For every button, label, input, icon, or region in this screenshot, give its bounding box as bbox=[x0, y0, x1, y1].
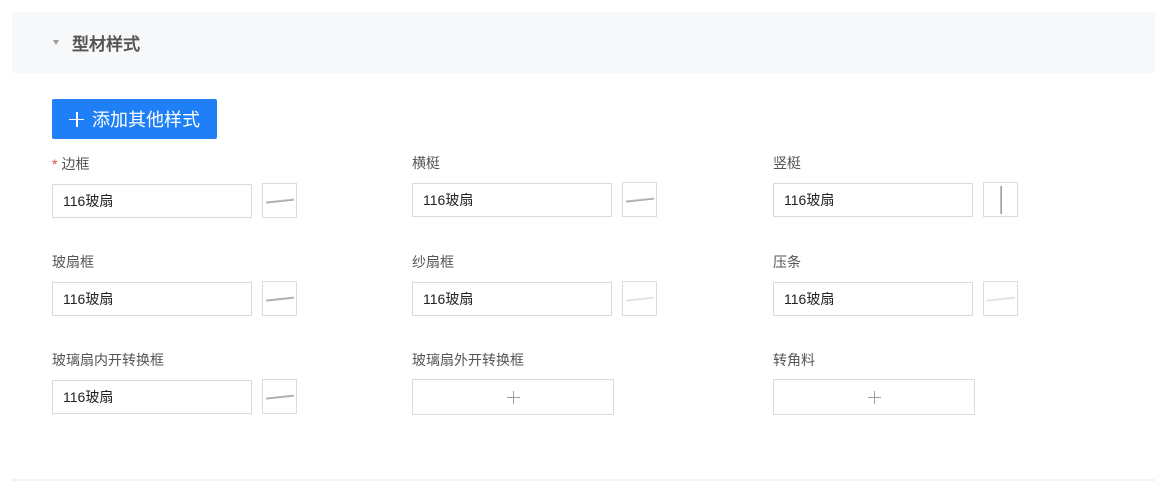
profile-thumbnail[interactable] bbox=[262, 379, 297, 414]
add-corner-profile-button[interactable] bbox=[773, 379, 975, 415]
field-row bbox=[412, 182, 657, 217]
profile-bar-icon bbox=[625, 296, 655, 302]
profile-thumbnail[interactable] bbox=[262, 281, 297, 316]
glazing-bead-input[interactable] bbox=[773, 281, 973, 316]
field-label: 竖梃 bbox=[773, 155, 801, 171]
frame-input[interactable] bbox=[52, 183, 252, 218]
profile-thumbnail[interactable] bbox=[622, 281, 657, 316]
field-glazing-bead: 压条 bbox=[773, 252, 1018, 316]
field-label: * 边框 bbox=[52, 154, 297, 174]
field-label: 横梃 bbox=[412, 155, 440, 171]
page: 型材样式 添加其他样式 *边框 横梃 竖梃 玻扇框 纱 bbox=[0, 0, 1155, 483]
field-row bbox=[52, 379, 297, 414]
profile-thumbnail[interactable] bbox=[983, 182, 1018, 217]
field-label: 玻璃扇外开转换框 bbox=[412, 352, 524, 368]
field-mullion: 竖梃 bbox=[773, 153, 1018, 217]
transom-input[interactable] bbox=[412, 182, 612, 217]
field-glass-sash-frame: 玻扇框 bbox=[52, 252, 297, 316]
section-header[interactable]: 型材样式 bbox=[12, 12, 1155, 73]
caret-down-icon[interactable] bbox=[53, 40, 59, 45]
field-row bbox=[773, 281, 1018, 316]
field-label: 玻璃扇内开转换框 bbox=[52, 352, 164, 368]
section-title: 型材样式 bbox=[72, 35, 140, 54]
field-transom: 横梃 bbox=[412, 153, 657, 217]
field-label: 纱扇框 bbox=[412, 254, 454, 270]
plus-icon bbox=[867, 390, 881, 404]
plus-icon bbox=[69, 111, 84, 127]
profile-bar-icon bbox=[625, 197, 655, 203]
screen-sash-frame-input[interactable] bbox=[412, 281, 612, 316]
profile-bar-icon bbox=[265, 394, 295, 400]
field-corner-profile: 转角料 bbox=[773, 350, 975, 415]
field-screen-sash-frame: 纱扇框 bbox=[412, 252, 657, 316]
field-label: 转角料 bbox=[773, 352, 815, 368]
field-label-text: 边框 bbox=[61, 156, 90, 172]
profile-bar-icon bbox=[265, 296, 295, 302]
inward-adapter-frame-input[interactable] bbox=[52, 379, 252, 414]
divider bbox=[12, 479, 1155, 481]
field-row bbox=[773, 379, 975, 415]
add-other-style-button[interactable]: 添加其他样式 bbox=[52, 99, 217, 139]
required-mark: * bbox=[52, 156, 58, 172]
field-outward-adapter-frame: 玻璃扇外开转换框 bbox=[412, 350, 614, 415]
field-label: 压条 bbox=[773, 254, 801, 270]
field-inward-adapter-frame: 玻璃扇内开转换框 bbox=[52, 350, 297, 414]
field-row bbox=[412, 281, 657, 316]
profile-vertical-bar-icon bbox=[1000, 186, 1002, 214]
profile-thumbnail[interactable] bbox=[983, 281, 1018, 316]
field-label: 玻扇框 bbox=[52, 254, 94, 270]
profile-thumbnail[interactable] bbox=[622, 182, 657, 217]
add-other-style-label: 添加其他样式 bbox=[92, 110, 200, 130]
mullion-input[interactable] bbox=[773, 182, 973, 217]
field-row bbox=[52, 281, 297, 316]
profile-bar-icon bbox=[986, 296, 1016, 302]
field-frame: * 边框 bbox=[52, 154, 297, 218]
field-row bbox=[773, 182, 1018, 217]
plus-icon bbox=[506, 390, 520, 404]
add-outward-adapter-frame-button[interactable] bbox=[412, 379, 614, 415]
glass-sash-frame-input[interactable] bbox=[52, 281, 252, 316]
profile-bar-icon bbox=[265, 198, 295, 204]
field-row bbox=[412, 379, 614, 415]
field-row bbox=[52, 183, 297, 218]
profile-thumbnail[interactable] bbox=[262, 183, 297, 218]
